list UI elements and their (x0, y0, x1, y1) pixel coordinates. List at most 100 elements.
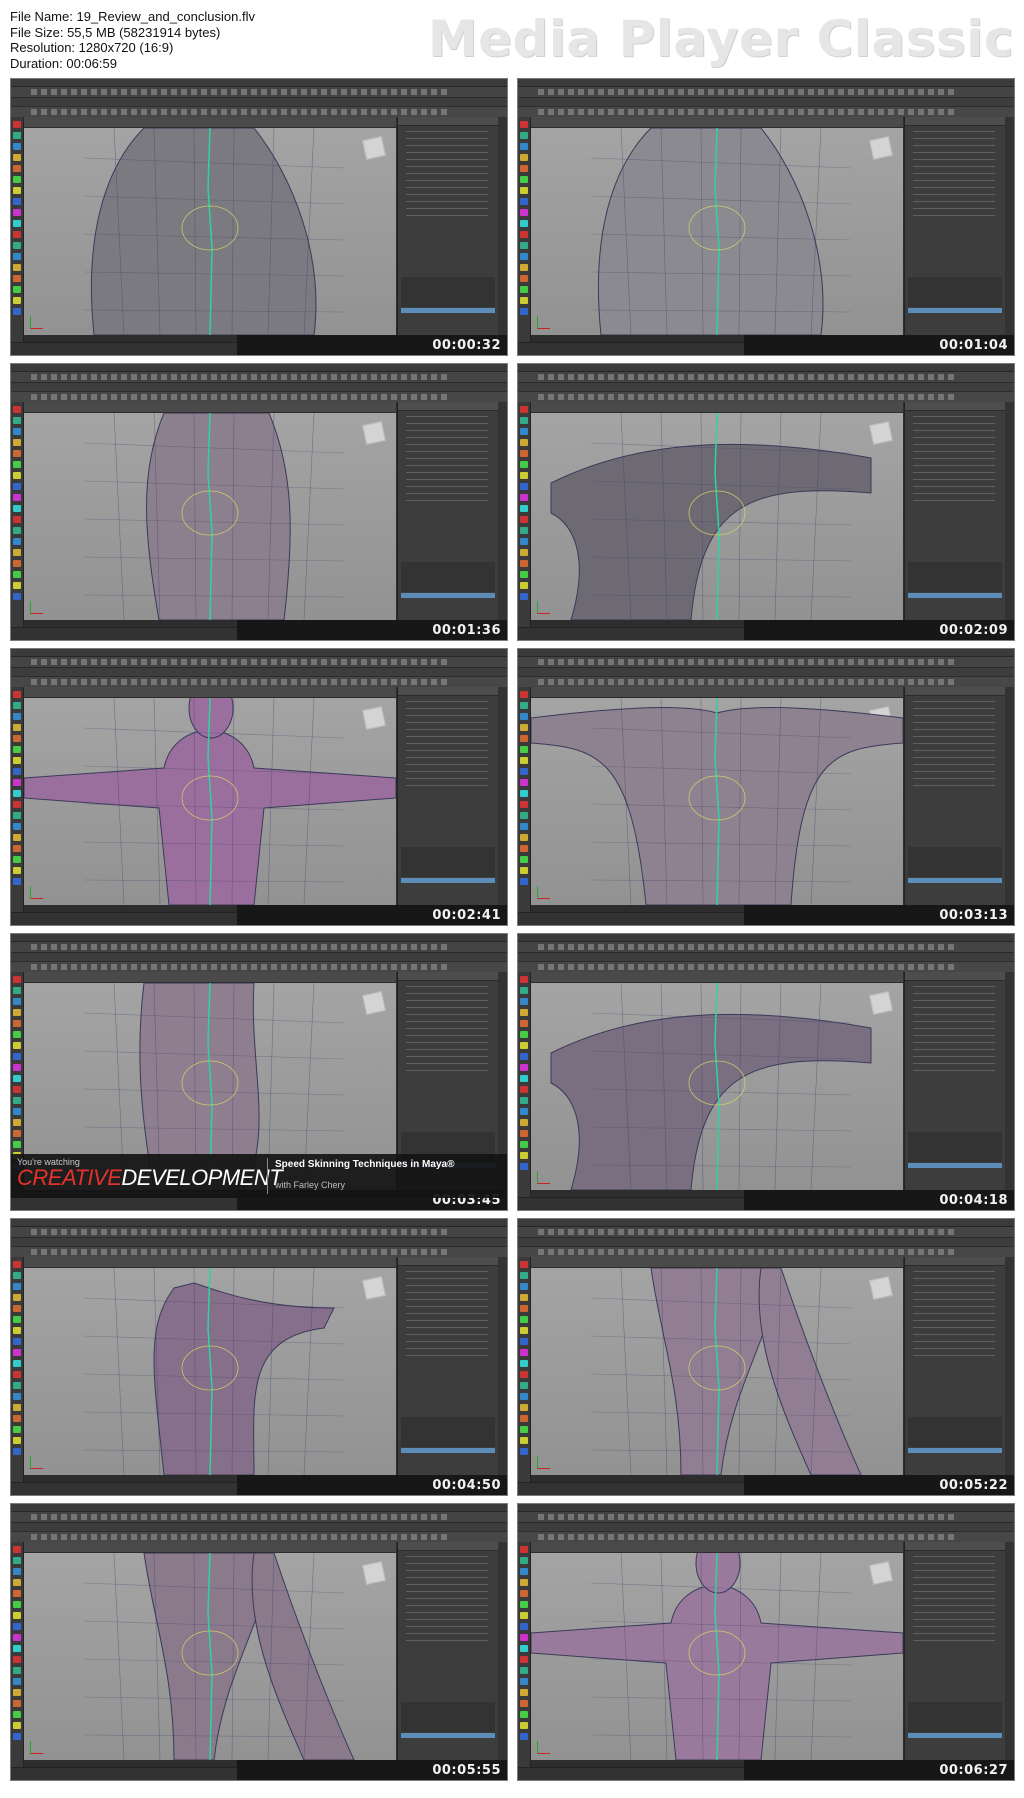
viewport-figure (550, 413, 872, 620)
side-tabs (498, 402, 507, 620)
layer-editor (401, 562, 495, 592)
video-thumbnail[interactable]: 00:05:22 (517, 1218, 1015, 1496)
tool-icon (520, 1404, 528, 1411)
video-thumbnail[interactable]: 00:01:36 (10, 363, 508, 641)
tool-icon (13, 834, 21, 841)
tool-icon (520, 1415, 528, 1422)
viewport (24, 413, 396, 620)
tool-icon (520, 735, 528, 742)
maya-shelf-tabs (518, 1523, 1014, 1531)
viewport-menu-bar (531, 972, 903, 982)
side-tabs (498, 1542, 507, 1760)
video-thumbnail[interactable]: 00:02:41 (10, 648, 508, 926)
maya-status-line (11, 372, 507, 383)
tool-icon (13, 1557, 21, 1564)
channel-box (397, 117, 498, 335)
tool-icon (13, 1086, 21, 1093)
maya-menu-bar (11, 649, 507, 662)
tool-icon (13, 571, 21, 578)
wireframe-line (303, 413, 315, 620)
viewport-menu-bar (531, 1542, 903, 1552)
video-thumbnail[interactable]: 00:02:09 (517, 363, 1015, 641)
tool-icon (520, 790, 528, 797)
tool-icon (520, 823, 528, 830)
creative-development-logo: CREATIVEDEVELOPMENT (17, 1165, 283, 1190)
tool-icon (520, 231, 528, 238)
maya-shelf-tabs (518, 953, 1014, 961)
video-thumbnail[interactable]: 00:06:27 (517, 1503, 1015, 1781)
viewport-figure (83, 128, 345, 335)
tool-icon (520, 1272, 528, 1279)
tool-icon (520, 516, 528, 523)
tool-icon (13, 143, 21, 150)
tool-icon (13, 1053, 21, 1060)
tool-icon (13, 1305, 21, 1312)
selected-layer (401, 593, 495, 598)
thumbnail-timestamp: 00:05:22 (939, 1478, 1008, 1493)
maya-shelf-tabs (11, 1238, 507, 1246)
side-tabs (498, 687, 507, 905)
layer-editor (401, 277, 495, 307)
thumbnail-timestamp: 00:04:18 (939, 1193, 1008, 1208)
tool-icon (520, 1568, 528, 1575)
tool-icon (520, 1579, 528, 1586)
file-name-line: File Name: 19_Review_and_conclusion.flv (10, 9, 255, 24)
video-thumbnail[interactable]: 00:03:45 You're watching CREATIVEDEVELOPME… (10, 933, 508, 1211)
tool-icon (520, 264, 528, 271)
tool-icon (520, 1075, 528, 1082)
maya-menu-bar (11, 79, 507, 92)
file-info: File Name: 19_Review_and_conclusion.flv … (10, 9, 255, 71)
viewport (24, 698, 396, 905)
tool-icon (13, 1656, 21, 1663)
tool-icon (520, 1316, 528, 1323)
maya-toolbox (518, 972, 531, 1198)
viewport-menu-bar (24, 687, 396, 697)
tool-icon (13, 812, 21, 819)
tool-icon (520, 220, 528, 227)
maya-status-line (518, 1512, 1014, 1523)
viewport (531, 128, 903, 335)
side-tabs (1005, 1542, 1014, 1760)
maya-menu-bar (518, 79, 1014, 92)
tool-icon (520, 834, 528, 841)
maya-menu-bar (11, 934, 507, 947)
video-thumbnail[interactable]: 00:05:55 (10, 1503, 508, 1781)
video-thumbnail[interactable]: 00:03:13 (517, 648, 1015, 926)
tool-icon (13, 1338, 21, 1345)
tool-icon (520, 976, 528, 983)
tool-icon (13, 1316, 21, 1323)
mesh-shape (90, 128, 317, 335)
channel-box (904, 972, 1005, 1190)
video-thumbnail[interactable]: 00:04:50 (10, 1218, 508, 1496)
tool-icon (520, 1097, 528, 1104)
maya-status-line (518, 657, 1014, 668)
tool-icon (520, 1711, 528, 1718)
tool-icon (520, 297, 528, 304)
mesh-shape (550, 443, 872, 620)
layer-editor (401, 1702, 495, 1732)
tool-icon (13, 1678, 21, 1685)
maya-menu-bar (11, 364, 507, 377)
wireframe-line (774, 983, 782, 1190)
viewport (531, 983, 903, 1190)
thumbnail-timestamp: 00:01:04 (939, 338, 1008, 353)
channel-box (904, 402, 1005, 620)
tool-icon (520, 1064, 528, 1071)
tool-icon (520, 505, 528, 512)
tool-icon (520, 878, 528, 885)
tool-icon (520, 1590, 528, 1597)
video-thumbnail[interactable]: 00:01:04 (517, 78, 1015, 356)
tool-icon (13, 1546, 21, 1553)
maya-status-line (11, 1227, 507, 1238)
video-thumbnail[interactable]: 00:04:18 (517, 933, 1015, 1211)
tool-icon (520, 1667, 528, 1674)
tool-icon (13, 1261, 21, 1268)
file-size-line: File Size: 55,5 MB (58231914 bytes) (10, 24, 221, 40)
tool-icon (520, 1678, 528, 1685)
maya-toolbox (518, 117, 531, 343)
tool-icon (520, 1689, 528, 1696)
tool-icon (13, 231, 21, 238)
video-thumbnail[interactable]: 00:00:32 (10, 78, 508, 356)
channel-box (904, 117, 1005, 335)
tool-icon (13, 691, 21, 698)
